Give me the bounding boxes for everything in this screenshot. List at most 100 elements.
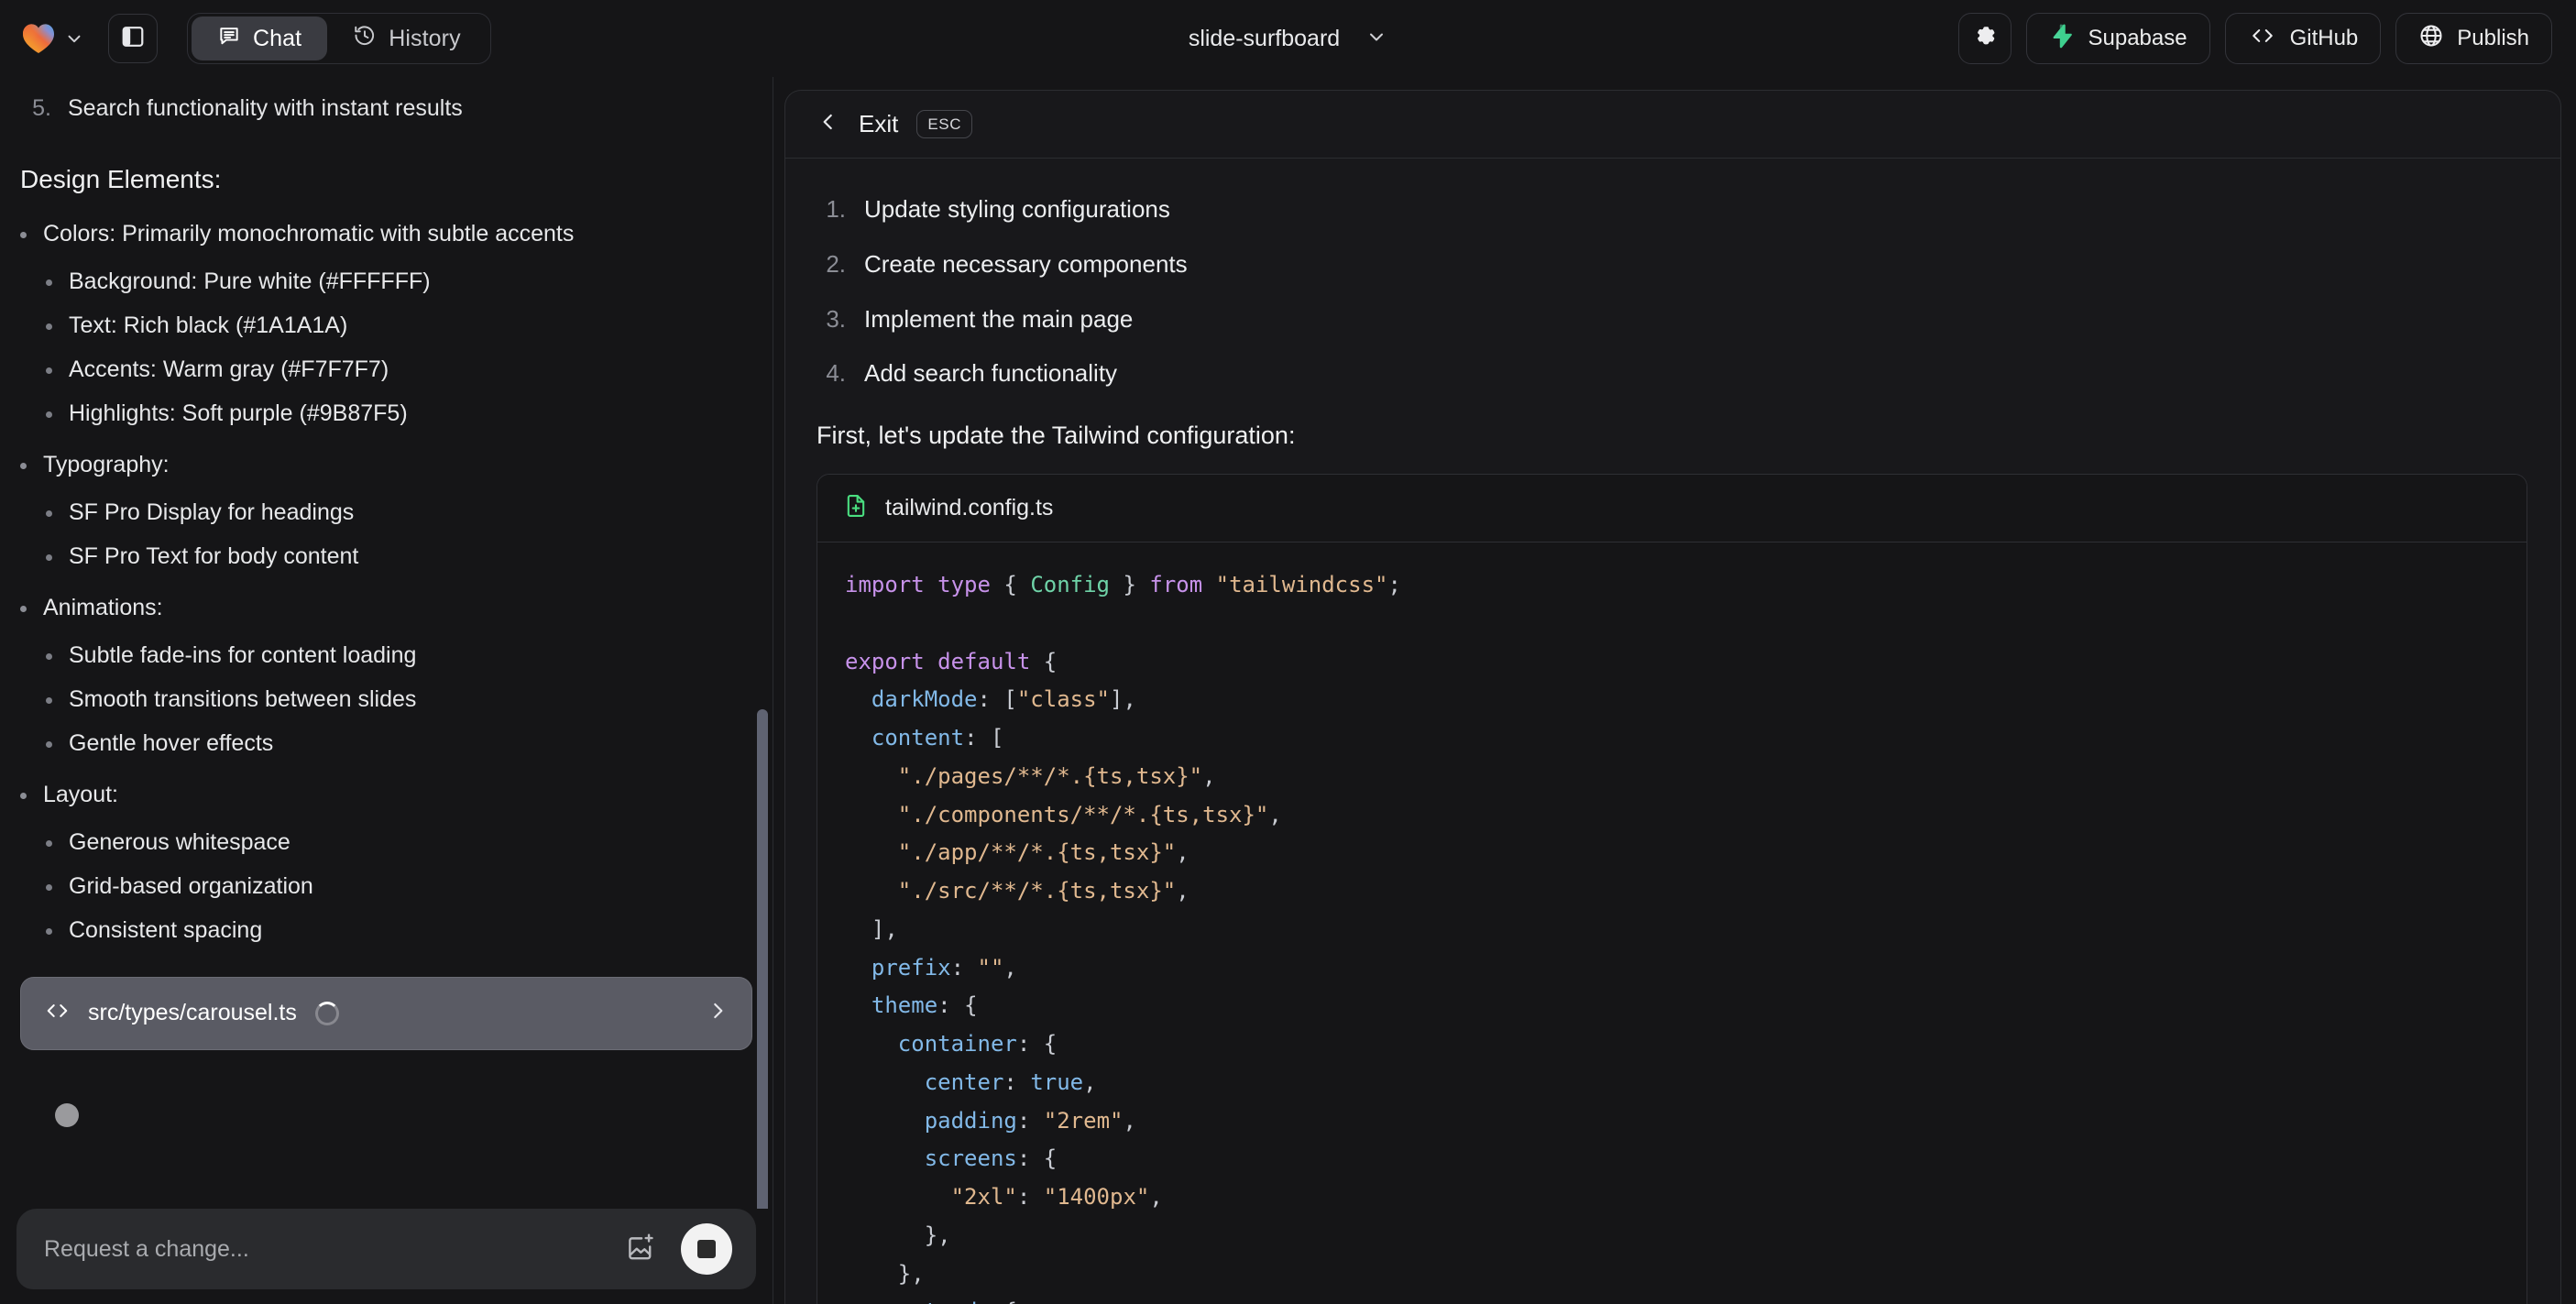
stop-square-icon — [697, 1240, 716, 1258]
list-item: 2. Create necessary components — [820, 237, 2527, 292]
sub-item-label: SF Pro Text for body content — [69, 542, 359, 569]
message-composer[interactable]: Request a change... — [16, 1209, 756, 1289]
sub-item-label: Highlights: Soft purple (#9B87F5) — [69, 400, 408, 426]
bullet-dot-icon — [46, 323, 52, 330]
step-number: 4. — [826, 359, 846, 388]
chat-sidebar: 5. Search functionality with instant res… — [0, 77, 773, 1304]
chevron-down-icon — [64, 28, 84, 49]
supabase-bolt-icon — [2049, 23, 2075, 55]
bullet-dot-icon — [20, 462, 27, 469]
list-item: Text: Rich black (#1A1A1A) — [46, 310, 752, 341]
chat-scroll-region[interactable]: 5. Search functionality with instant res… — [0, 77, 773, 1209]
bullet-dot-icon — [46, 927, 52, 935]
publish-label: Publish — [2457, 26, 2529, 50]
tab-chat[interactable]: Chat — [192, 16, 328, 60]
bullet-dot-icon — [46, 652, 52, 660]
bullet-dot-icon — [46, 367, 52, 374]
code-content[interactable]: import type { Config } from "tailwindcss… — [817, 542, 2527, 1304]
list-item: Generous whitespace — [46, 827, 752, 858]
project-name: slide-surfboard — [1188, 25, 1341, 51]
list-item: Gentle hover effects — [46, 728, 752, 759]
app-root: Chat History slide-surfboard Supabase Gi… — [0, 0, 2576, 1304]
history-clock-icon — [353, 24, 377, 54]
list-item: Highlights: Soft purple (#9B87F5) — [46, 398, 752, 429]
tab-history[interactable]: History — [327, 16, 486, 60]
typing-indicator-dot — [55, 1102, 79, 1127]
bullet-dot-icon — [46, 696, 52, 704]
group-label: Typography: — [43, 451, 170, 477]
bullet-dot-icon — [46, 553, 52, 561]
list-text: Search functionality with instant result… — [68, 95, 463, 121]
app-logo-menu[interactable] — [22, 23, 84, 54]
design-elements-heading: Design Elements: — [20, 164, 222, 193]
list-item: Consistent spacing — [46, 915, 752, 946]
settings-button[interactable] — [1958, 13, 2012, 64]
chevron-left-icon[interactable] — [817, 110, 840, 138]
github-label: GitHub — [2289, 26, 2359, 50]
gear-icon — [1972, 23, 1998, 55]
publish-button[interactable]: Publish — [2395, 13, 2552, 64]
step-text: Implement the main page — [864, 304, 1134, 333]
list-item: Subtle fade-ins for content loading — [46, 640, 752, 671]
step-number: 3. — [826, 304, 846, 333]
bullet-dot-icon — [46, 279, 52, 286]
exit-button[interactable]: Exit — [859, 110, 898, 138]
bullet-dot-icon — [46, 883, 52, 891]
project-selector[interactable]: slide-surfboard — [1189, 26, 1387, 52]
bullet-dot-icon — [20, 605, 27, 612]
list-item: Background: Pure white (#FFFFFF) — [46, 266, 752, 297]
sub-item-label: Accents: Warm gray (#F7F7F7) — [69, 356, 389, 382]
list-item: Colors: Primarily monochromatic with sub… — [20, 218, 752, 429]
chat-scrollbar[interactable] — [757, 77, 768, 1209]
sub-list: Generous whitespace Grid-based organizat… — [46, 827, 752, 946]
list-item: Animations: Subtle fade-ins for content … — [20, 592, 752, 759]
supabase-button[interactable]: Supabase — [2026, 13, 2210, 64]
bullet-dot-icon — [20, 792, 27, 799]
tab-history-label: History — [389, 25, 461, 51]
list-item: 4. Add search functionality — [820, 346, 2527, 401]
step-text: Add search functionality — [864, 359, 1118, 388]
preview-column: Exit ESC 1. Update styling configuration… — [773, 77, 2576, 1304]
lovable-heart-icon — [22, 23, 55, 54]
list-item: Accents: Warm gray (#F7F7F7) — [46, 354, 752, 385]
list-item: Grid-based organization — [46, 871, 752, 902]
list-item: Typography: SF Pro Display for headings … — [20, 449, 752, 572]
chat-scrollbar-thumb[interactable] — [757, 709, 768, 1209]
sub-item-label: Gentle hover effects — [69, 729, 274, 756]
file-path: src/types/carousel.ts — [88, 1000, 297, 1026]
chevron-down-icon — [1365, 26, 1387, 52]
sub-item-label: Smooth transitions between slides — [69, 685, 417, 712]
list-number: 5. — [32, 95, 51, 121]
step-text: Update styling configurations — [864, 195, 1170, 223]
supabase-label: Supabase — [2088, 26, 2187, 50]
github-button[interactable]: GitHub — [2224, 13, 2382, 64]
sub-item-label: Grid-based organization — [69, 872, 313, 899]
chat-history-tabs: Chat History — [187, 13, 491, 64]
assistant-message: 5. Search functionality with instant res… — [20, 77, 752, 1127]
bullet-dot-icon — [46, 839, 52, 847]
design-elements-list: Colors: Primarily monochromatic with sub… — [20, 218, 752, 946]
sub-item-label: SF Pro Display for headings — [69, 499, 355, 525]
loading-spinner-icon — [314, 1001, 339, 1025]
sub-item-label: Consistent spacing — [69, 916, 263, 943]
esc-key-badge: ESC — [916, 110, 973, 138]
top-bar-left: Chat History — [22, 13, 491, 64]
file-added-icon — [843, 493, 869, 523]
main-body: 5. Search functionality with instant res… — [0, 77, 2576, 1304]
code-block-header: tailwind.config.ts — [817, 475, 2527, 543]
list-item: 5. Search functionality with instant res… — [27, 90, 752, 128]
tab-chat-label: Chat — [253, 25, 302, 51]
sub-item-label: Generous whitespace — [69, 828, 290, 855]
sidebar-toggle-button[interactable] — [108, 14, 158, 63]
top-bar: Chat History slide-surfboard Supabase Gi… — [0, 0, 2576, 77]
panel-header: Exit ESC — [785, 91, 2560, 159]
sub-list: SF Pro Display for headings SF Pro Text … — [46, 497, 752, 572]
lead-paragraph: First, let's update the Tailwind configu… — [817, 422, 1296, 450]
stop-generation-button[interactable] — [681, 1223, 732, 1275]
bullet-dot-icon — [46, 411, 52, 418]
add-image-button[interactable] — [620, 1229, 661, 1269]
file-progress-card[interactable]: src/types/carousel.ts — [20, 976, 752, 1050]
step-text: Create necessary components — [864, 249, 1188, 278]
request-change-input[interactable]: Request a change... — [44, 1236, 620, 1263]
chat-bubble-icon — [217, 24, 241, 54]
